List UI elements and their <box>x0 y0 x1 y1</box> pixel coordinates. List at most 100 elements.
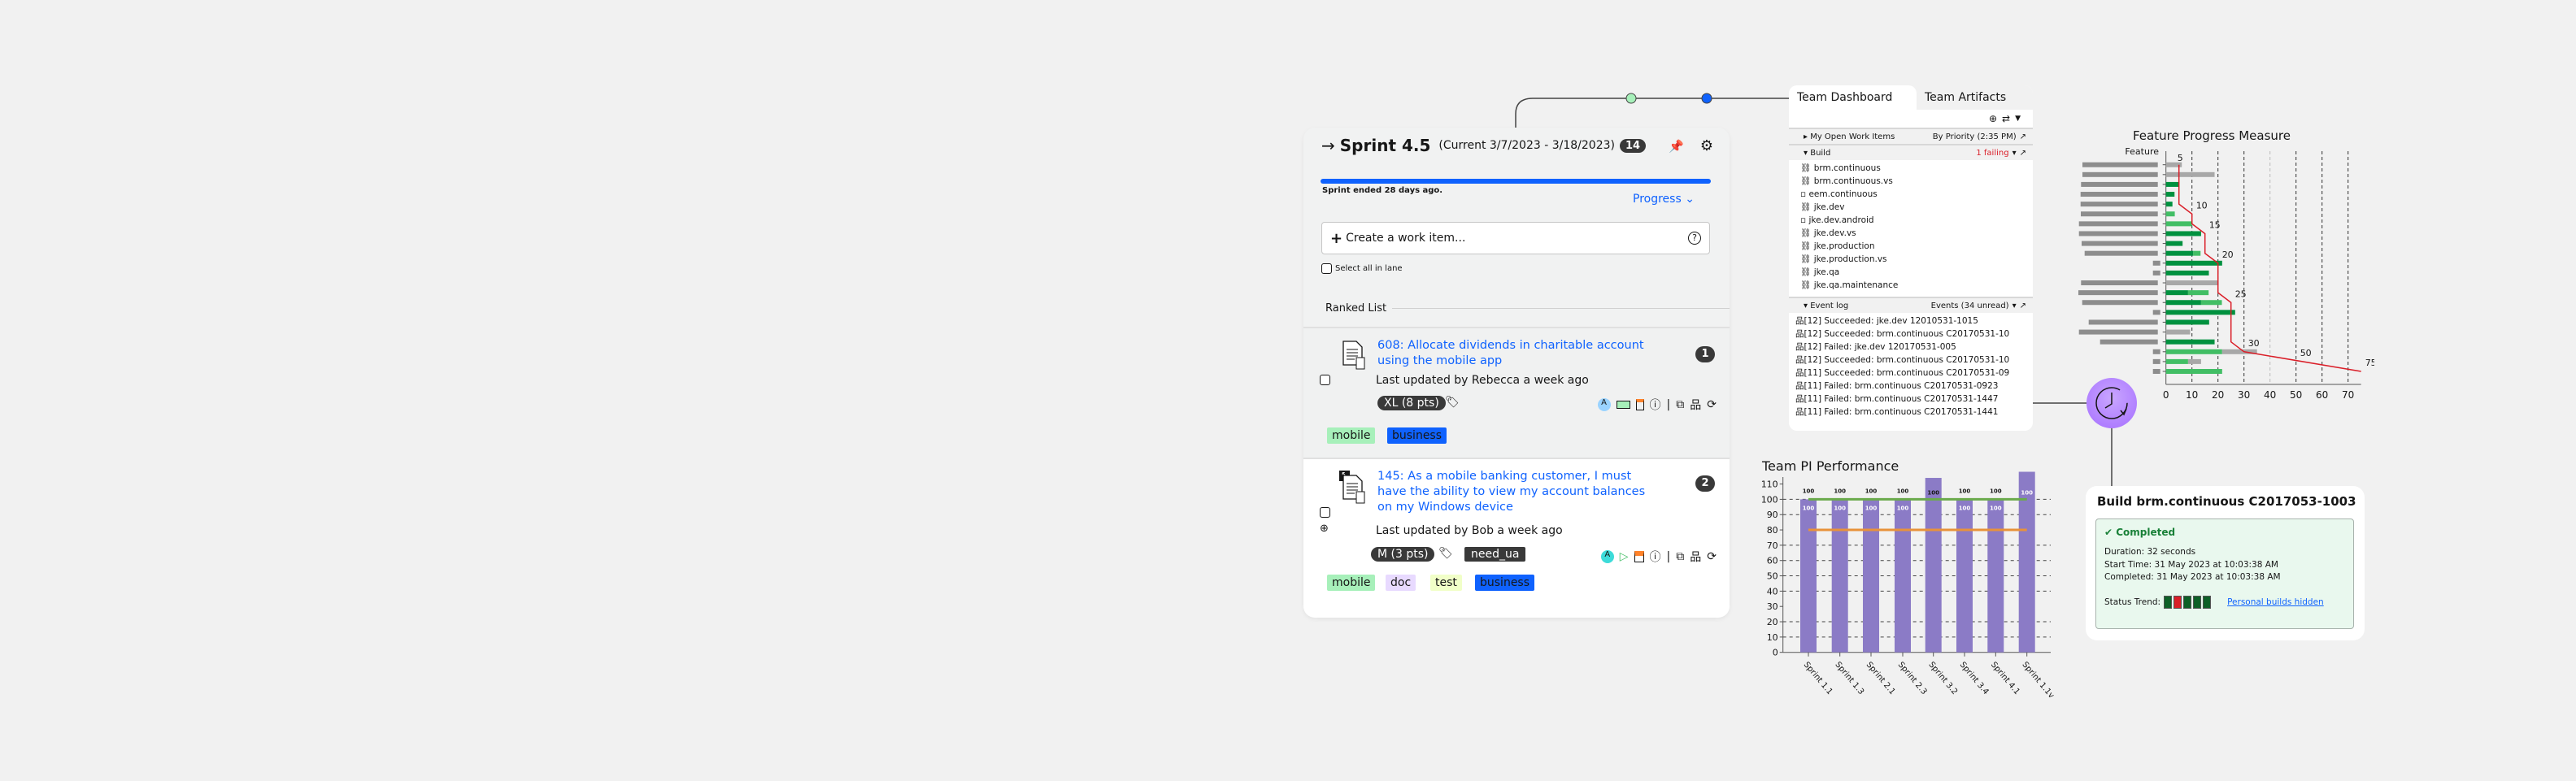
build-event-icon: 品 <box>1795 342 1804 352</box>
tag-test[interactable]: test <box>1430 575 1462 591</box>
event-item[interactable]: 品[12] Succeeded: jke.dev 12010531-1015 <box>1795 315 2033 328</box>
bar-inner-label: 100 <box>1959 505 1971 511</box>
list-item[interactable]: 608: Allocate dividends in charitable ac… <box>1303 327 1730 458</box>
build-event-icon: 品 <box>1795 394 1804 404</box>
performance-bar <box>1831 499 1848 653</box>
help-icon[interactable]: ⓘ <box>1650 549 1661 565</box>
y-tick-label: 50 <box>1767 571 1778 582</box>
build-list: ⛓ brm.continuous ⛓ brm.continuous.vs ▫ eem… <box>1789 160 2033 292</box>
tag-doc[interactable]: doc <box>1386 575 1416 591</box>
owner-icon[interactable]: A <box>1600 550 1614 563</box>
create-work-item-input[interactable]: + Create a work item... ? <box>1321 222 1710 254</box>
history-clock-button[interactable] <box>2086 378 2137 428</box>
feature-bar <box>2165 290 2188 296</box>
chevron-down-icon: ⌄ <box>1681 193 1695 206</box>
bar-data-label: 100 <box>2021 489 2033 496</box>
feature-bar <box>2165 250 2194 256</box>
build-definition-item[interactable]: ⛓ jke.production <box>1800 240 2033 253</box>
build-definition-item[interactable]: ⛓ jke.production.vs <box>1800 253 2033 266</box>
status-icon[interactable] <box>1616 401 1630 409</box>
add-widget-icon[interactable]: ⊕ <box>1989 113 1997 124</box>
build-definition-item[interactable]: ⛓ jke.dev.vs <box>1800 227 2033 240</box>
tab-team-artifacts[interactable]: Team Artifacts <box>1917 85 2014 110</box>
item-checkbox[interactable] <box>1320 507 1330 518</box>
label-pill[interactable]: need_ua <box>1464 547 1526 562</box>
event-item[interactable]: 品[11] Failed: brm.continuous C20170531-1… <box>1795 393 2033 406</box>
copy-icon[interactable]: ⧉ <box>1676 550 1684 563</box>
gear-icon[interactable]: ⚙ <box>1700 137 1713 154</box>
build-definition-item[interactable]: ⛓ jke.qa.maintenance <box>1800 279 2033 292</box>
owner-icon[interactable]: A <box>1597 398 1611 411</box>
build-definition-item[interactable]: ⛓ jke.qa <box>1800 266 2033 279</box>
pin-icon[interactable]: 📌 <box>1669 139 1684 154</box>
event-item[interactable]: 品[11] Succeeded: brm.continuous C2017053… <box>1795 367 2033 380</box>
target-label: 25 <box>2235 289 2247 299</box>
personal-builds-link[interactable]: Personal builds hidden <box>2227 597 2324 607</box>
event-item[interactable]: 品[11] Failed: brm.continuous C20170531-1… <box>1795 406 2033 419</box>
select-all-checkbox[interactable]: Select all in lane <box>1321 263 1403 274</box>
caret-down-icon[interactable]: ▾ <box>2012 302 2017 310</box>
help-icon[interactable]: ? <box>1688 232 1701 245</box>
widget-header-event-log[interactable]: ▾ Event log Events (34 unread) ▾ ↗ <box>1789 297 2033 313</box>
build-definition-item[interactable]: ⛓ jke.dev <box>1800 201 2033 214</box>
event-item[interactable]: 品[12] Succeeded: brm.continuous C2017053… <box>1795 354 2033 367</box>
external-link-icon[interactable]: ↗ <box>2020 149 2026 158</box>
status-trend <box>2164 596 2212 609</box>
progress-dropdown[interactable]: Progress ⌄ <box>1633 193 1695 206</box>
priority-icon[interactable] <box>1634 551 1644 562</box>
event-item[interactable]: 品[12] Succeeded: brm.continuous C2017053… <box>1795 328 2033 341</box>
event-item[interactable]: 品[12] Failed: jke.dev 120170531-005 <box>1795 341 2033 354</box>
play-icon[interactable]: ▷ <box>1620 550 1629 563</box>
tag-business[interactable]: business <box>1387 427 1447 444</box>
help-icon[interactable]: ⓘ <box>1650 397 1661 413</box>
external-link-icon[interactable]: ↗ <box>2020 132 2026 141</box>
feature-bar <box>2165 270 2209 276</box>
expand-plus-icon[interactable]: ⊕ <box>1320 523 1329 535</box>
hierarchy-icon[interactable]: 品 <box>1690 397 1701 413</box>
rank-badge: 2 <box>1695 475 1715 492</box>
build-definition-item[interactable]: ▫ jke.dev.android <box>1800 214 2033 227</box>
x-tick-label: 0 <box>2163 389 2169 398</box>
build-definition-item[interactable]: ▫ eem.continuous <box>1800 188 2033 201</box>
trend-success <box>2203 596 2212 609</box>
tag-mobile[interactable]: mobile <box>1327 575 1376 591</box>
menu-caret-icon[interactable]: ▼ <box>2015 115 2021 123</box>
priority-icon[interactable] <box>1635 399 1644 410</box>
performance-bar <box>1800 499 1817 653</box>
y-tick-label: 40 <box>1767 586 1778 597</box>
widget-header-build[interactable]: ▾ Build 1 failing ▾ ↗ <box>1789 144 2033 160</box>
external-link-icon[interactable]: ↗ <box>2020 302 2026 310</box>
event-item[interactable]: 品[11] Failed: brm.continuous C20170531-0… <box>1795 380 2033 393</box>
tag-icon[interactable]: 🏷 <box>1445 396 1460 409</box>
arrow-right-icon[interactable]: → <box>1321 136 1335 155</box>
tag-business[interactable]: business <box>1475 575 1535 591</box>
build-definition-item[interactable]: ⛓ brm.continuous <box>1800 162 2033 175</box>
caret-down-icon[interactable]: ▾ <box>2012 149 2017 158</box>
feature-bar <box>2165 329 2191 335</box>
feature-bar <box>2165 202 2173 207</box>
tag-mobile[interactable]: mobile <box>1327 427 1376 444</box>
refresh-icon[interactable]: ⟳ <box>1707 550 1717 563</box>
bar-data-label: 100 <box>1990 488 2002 494</box>
sync-icon[interactable]: ⇄ <box>2002 113 2010 124</box>
work-item-title-link[interactable]: 608: Allocate dividends in charitable ac… <box>1377 338 1678 369</box>
item-checkbox[interactable] <box>1320 375 1330 385</box>
hierarchy-icon[interactable]: 品 <box>1690 549 1701 565</box>
x-tick-label: Sprint 1.3 <box>1833 661 1865 697</box>
work-item-title-link[interactable]: 145: As a mobile banking customer, I mus… <box>1377 469 1662 515</box>
tag-icon[interactable]: 🏷 <box>1438 547 1453 560</box>
widget-header-open-items[interactable]: ▸ My Open Work Items By Priority (2:35 PM… <box>1789 128 2033 144</box>
performance-bar <box>1956 499 1973 653</box>
feature-bar <box>2165 241 2183 246</box>
checkbox[interactable] <box>1321 263 1332 274</box>
status-trend-label: Status Trend: <box>2104 597 2161 607</box>
copy-icon[interactable]: ⧉ <box>1676 398 1684 411</box>
size-pill[interactable]: XL (8 pts) <box>1377 396 1446 410</box>
failing-status[interactable]: 1 failing <box>1976 149 2008 158</box>
list-item[interactable]: ↖ 145: As a mobile banking customer, I m… <box>1303 458 1730 618</box>
build-definition-item[interactable]: ⛓ brm.continuous.vs <box>1800 175 2033 188</box>
size-pill[interactable]: M (3 pts) <box>1371 547 1435 562</box>
refresh-icon[interactable]: ⟳ <box>1707 398 1717 411</box>
tab-team-dashboard[interactable]: Team Dashboard <box>1789 85 1917 110</box>
sprint-dates: (Current 3/7/2023 - 3/18/2023) <box>1438 139 1615 152</box>
